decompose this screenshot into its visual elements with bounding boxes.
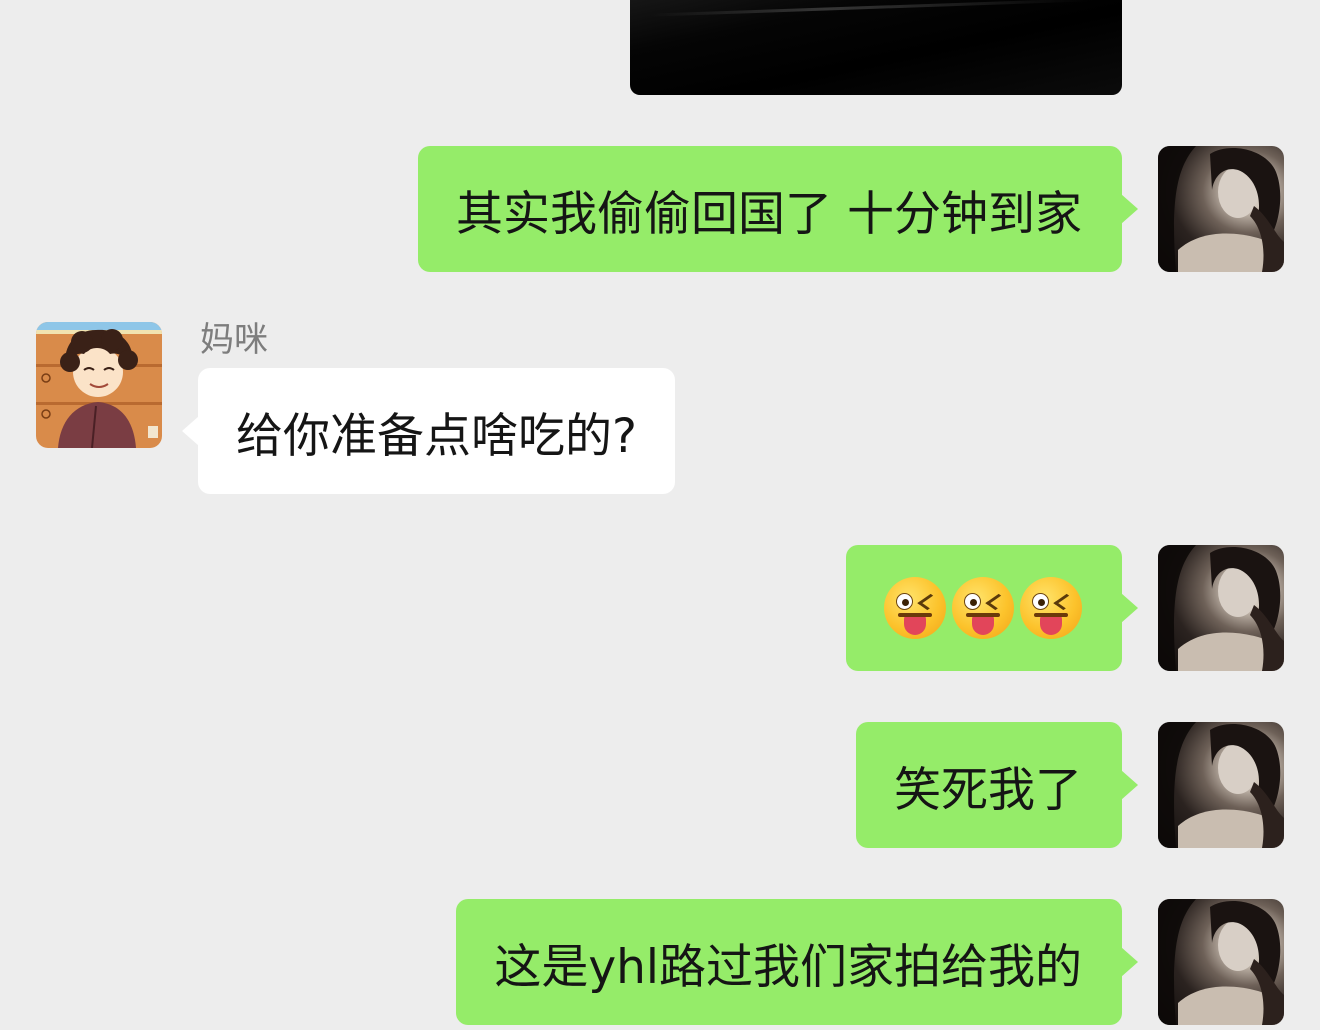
winking-face-with-tongue-icon [1020,577,1082,639]
message-text: 给你准备点啥吃的? [236,408,637,464]
sender-name: 妈咪 [200,320,268,360]
my-avatar[interactable] [1158,899,1284,1025]
incoming-message-bubble[interactable]: 给你准备点啥吃的? [182,368,675,494]
outgoing-message-bubble[interactable]: 这是yhl路过我们家拍给我的 [456,899,1138,1025]
avatar-photo-icon [1158,545,1284,671]
my-avatar[interactable] [1158,146,1284,272]
winking-face-with-tongue-icon [952,577,1014,639]
avatar-photo-icon [1158,146,1284,272]
cartoon-grandma-avatar-icon [36,322,162,448]
image-reflection [650,0,1090,17]
my-avatar[interactable] [1158,545,1284,671]
message-text: 笑死我了 [894,762,1082,818]
message-text: 这是yhl路过我们家拍给我的 [494,939,1082,995]
emoji-row [884,577,1082,639]
my-avatar[interactable] [1158,722,1284,848]
winking-face-with-tongue-icon [884,577,946,639]
outgoing-emoji-bubble[interactable] [846,545,1138,671]
avatar-photo-icon [1158,722,1284,848]
message-text: 其实我偷偷回国了 十分钟到家 [456,186,1082,242]
image-message[interactable] [630,0,1122,95]
avatar-photo-icon [1158,899,1284,1025]
outgoing-message-bubble[interactable]: 其实我偷偷回国了 十分钟到家 [418,146,1138,272]
outgoing-message-bubble[interactable]: 笑死我了 [856,722,1138,848]
mom-avatar[interactable] [36,322,162,448]
